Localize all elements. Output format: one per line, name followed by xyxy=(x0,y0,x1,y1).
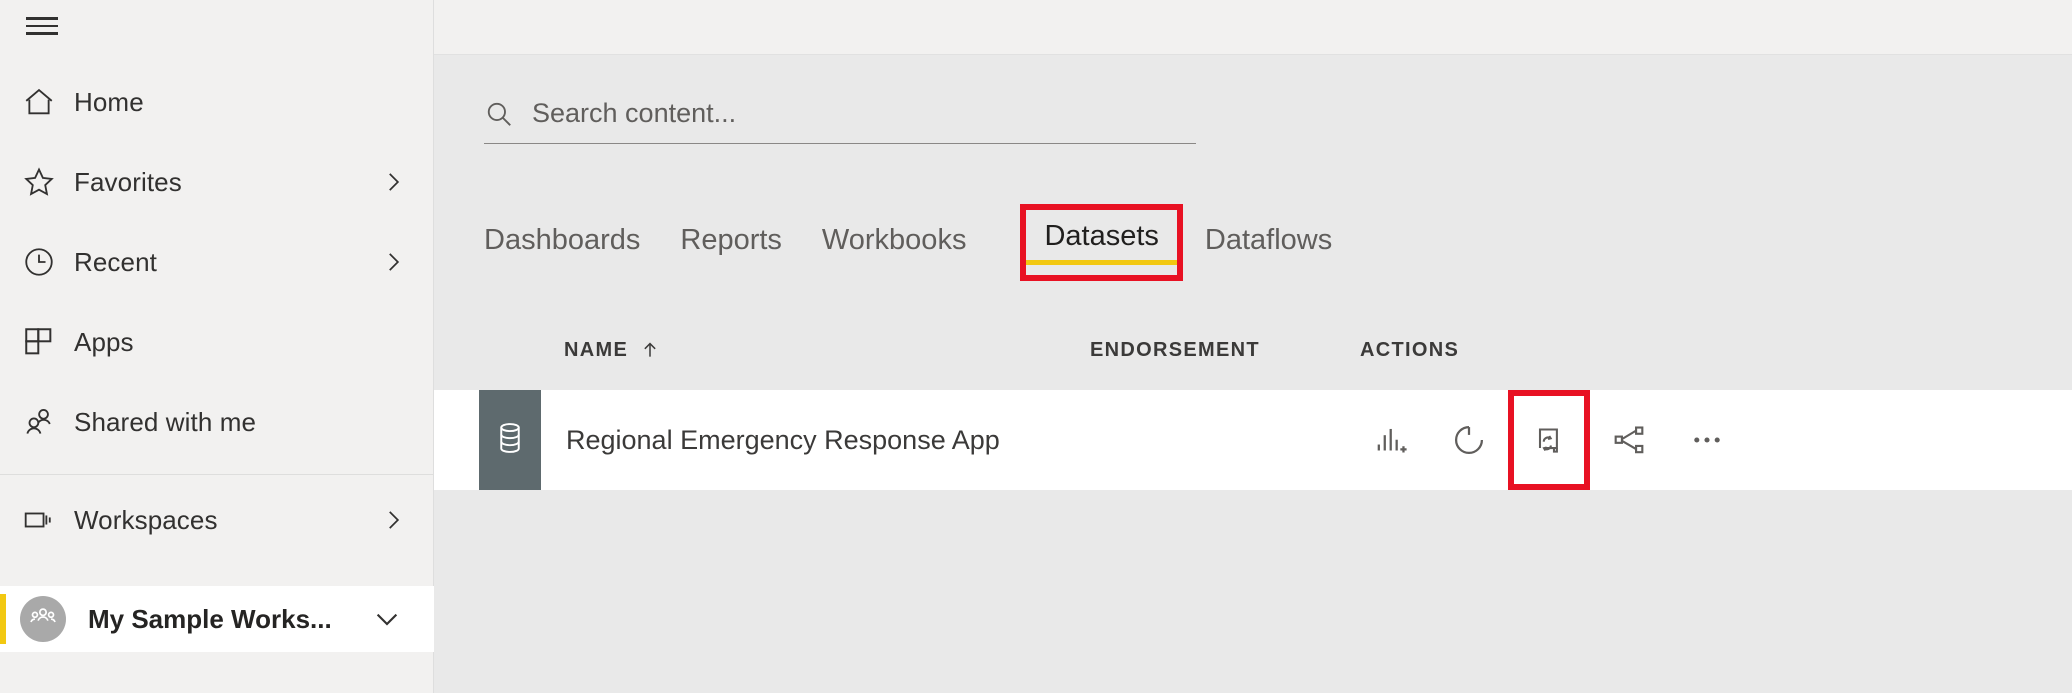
refresh-now-icon[interactable] xyxy=(1430,401,1508,479)
clock-icon xyxy=(22,245,74,279)
sidebar-item-label: Apps xyxy=(74,326,134,357)
sidebar-item-recent[interactable]: Recent xyxy=(0,222,434,302)
hamburger-line xyxy=(26,32,58,35)
sidebar-primary-nav: Home Favorites Recent Apps Shared with m… xyxy=(0,62,434,462)
sidebar-item-label: Workspaces xyxy=(74,504,218,535)
column-header-endorsement: ENDORSEMENT xyxy=(1090,339,1260,362)
column-header-label: ENDORSEMENT xyxy=(1090,338,1260,361)
menu-hamburger-icon[interactable] xyxy=(26,14,66,38)
column-header-actions: ACTIONS xyxy=(1360,339,1459,362)
sidebar-item-label: Home xyxy=(74,86,144,117)
sidebar-item-my-sample-workspace[interactable]: My Sample Works... xyxy=(0,586,434,652)
main-content-area: Dashboards Reports Workbooks Datasets Da… xyxy=(434,0,2072,693)
sidebar-item-shared-with-me[interactable]: Shared with me xyxy=(0,382,434,462)
sidebar-item-label: Shared with me xyxy=(74,406,257,437)
sidebar-item-workspaces[interactable]: Workspaces xyxy=(0,480,434,560)
hamburger-line xyxy=(26,24,58,27)
tab-label: Datasets xyxy=(1044,220,1159,252)
chevron-down-icon[interactable] xyxy=(372,604,402,634)
workspaces-icon xyxy=(22,503,74,537)
search-input[interactable] xyxy=(532,98,1196,129)
sidebar-item-label: Favorites xyxy=(74,166,182,197)
tab-label: Dataflows xyxy=(1204,224,1333,256)
hamburger-line xyxy=(26,17,58,20)
table-header-row: NAME ENDORSEMENT ACTIONS xyxy=(434,318,2072,382)
sidebar-item-home[interactable]: Home xyxy=(0,62,434,142)
sidebar-item-label: Recent xyxy=(74,246,157,277)
column-header-label: ACTIONS xyxy=(1360,338,1460,361)
column-header-label: NAME xyxy=(564,338,629,361)
content-empty-area xyxy=(434,490,2072,693)
create-report-icon[interactable] xyxy=(1352,401,1430,479)
people-icon xyxy=(22,405,74,439)
power-bi-workspace-page: Home Favorites Recent Apps Shared with m… xyxy=(0,0,2072,693)
chevron-right-icon[interactable] xyxy=(380,507,406,533)
dataset-type-tile xyxy=(479,390,541,490)
tab-dashboards[interactable]: Dashboards xyxy=(484,214,640,279)
active-workspace-label: My Sample Works... xyxy=(88,603,332,634)
tab-workbooks[interactable]: Workbooks xyxy=(822,214,967,279)
tab-label: Dashboards xyxy=(484,224,641,256)
tab-reports[interactable]: Reports xyxy=(680,214,782,279)
sidebar-item-apps[interactable]: Apps xyxy=(0,302,434,382)
sidebar-workspaces-group: Workspaces xyxy=(0,480,434,560)
left-navigation-sidebar: Home Favorites Recent Apps Shared with m… xyxy=(0,0,434,693)
dataset-name: Regional Emergency Response App xyxy=(566,424,1000,455)
search-box[interactable] xyxy=(484,98,1196,144)
star-icon xyxy=(22,165,74,199)
sidebar-item-favorites[interactable]: Favorites xyxy=(0,142,434,222)
tab-datasets[interactable]: Datasets xyxy=(1020,204,1183,281)
content-type-tabs: Dashboards Reports Workbooks Datasets Da… xyxy=(484,204,1372,281)
active-tab-underline xyxy=(1026,260,1177,265)
tab-label: Workbooks xyxy=(821,224,967,256)
table-row[interactable]: Regional Emergency Response App xyxy=(434,390,2072,490)
chevron-right-icon[interactable] xyxy=(380,169,406,195)
home-icon xyxy=(22,85,74,119)
more-options-icon[interactable] xyxy=(1668,401,1746,479)
chevron-right-icon[interactable] xyxy=(380,249,406,275)
active-accent-bar xyxy=(0,594,6,644)
schedule-refresh-icon[interactable] xyxy=(1508,390,1590,490)
database-icon xyxy=(495,421,525,460)
group-avatar-icon xyxy=(20,596,66,642)
apps-grid-icon xyxy=(22,325,74,359)
tab-label: Reports xyxy=(680,224,782,256)
column-header-name[interactable]: NAME xyxy=(564,339,660,362)
sort-ascending-icon xyxy=(640,340,660,360)
tab-dataflows[interactable]: Dataflows xyxy=(1205,214,1332,279)
sidebar-divider xyxy=(0,474,434,475)
top-command-strip xyxy=(434,0,2072,55)
search-icon xyxy=(484,99,514,129)
row-action-buttons xyxy=(1352,390,1746,490)
share-icon[interactable] xyxy=(1590,401,1668,479)
